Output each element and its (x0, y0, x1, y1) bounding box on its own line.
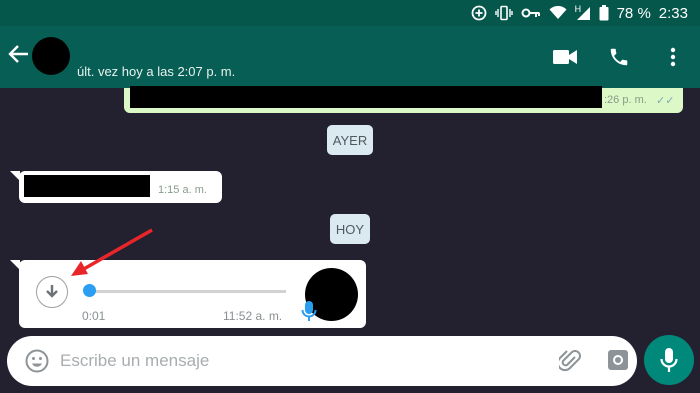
download-button[interactable] (36, 276, 68, 308)
battery-percent: 78 % (616, 4, 651, 22)
message-time: :26 p. m. (604, 94, 647, 106)
camera-icon[interactable] (607, 349, 629, 371)
signal-icon: H (574, 3, 591, 21)
data-saver-icon (471, 5, 487, 21)
status-bar: H 78 % 2:33 (0, 0, 700, 26)
incoming-message[interactable]: 1:15 a. m. (19, 171, 222, 203)
video-call-icon[interactable] (552, 44, 578, 70)
mic-icon (660, 348, 678, 372)
redacted-text (24, 175, 150, 197)
date-separator: AYER (327, 125, 373, 155)
download-icon (46, 285, 58, 298)
date-separator: HOY (330, 214, 370, 244)
more-options-icon[interactable] (660, 44, 686, 70)
message-composer[interactable]: Escribe un mensaje (7, 336, 637, 386)
battery-icon (599, 5, 609, 21)
wifi-icon (549, 6, 567, 20)
message-time: 11:52 a. m. (223, 309, 283, 323)
clock: 2:33 (658, 4, 688, 22)
last-seen-status: últ. vez hoy a las 2:07 p. m. (77, 64, 236, 79)
mic-icon (301, 300, 317, 322)
header-actions (552, 26, 686, 88)
voice-progress-track[interactable] (90, 290, 286, 293)
voice-duration: 0:01 (82, 309, 106, 323)
network-type-label: H (574, 3, 582, 14)
contact-avatar[interactable] (32, 37, 70, 75)
vibrate-icon (494, 5, 513, 21)
back-arrow-icon[interactable] (8, 43, 30, 69)
emoji-icon[interactable] (25, 349, 49, 373)
double-check-icon: ✓✓ (656, 95, 675, 107)
vpn-key-icon (521, 6, 541, 20)
message-time: 1:15 a. m. (158, 184, 207, 196)
record-voice-button[interactable] (644, 335, 694, 385)
phone-icon[interactable] (606, 44, 632, 70)
voice-progress-knob[interactable] (83, 284, 96, 297)
outgoing-message[interactable]: :26 p. m. ✓✓ (124, 86, 683, 113)
message-input[interactable]: Escribe un mensaje (60, 351, 209, 371)
redacted-text (130, 86, 602, 108)
attach-icon[interactable] (556, 348, 581, 374)
